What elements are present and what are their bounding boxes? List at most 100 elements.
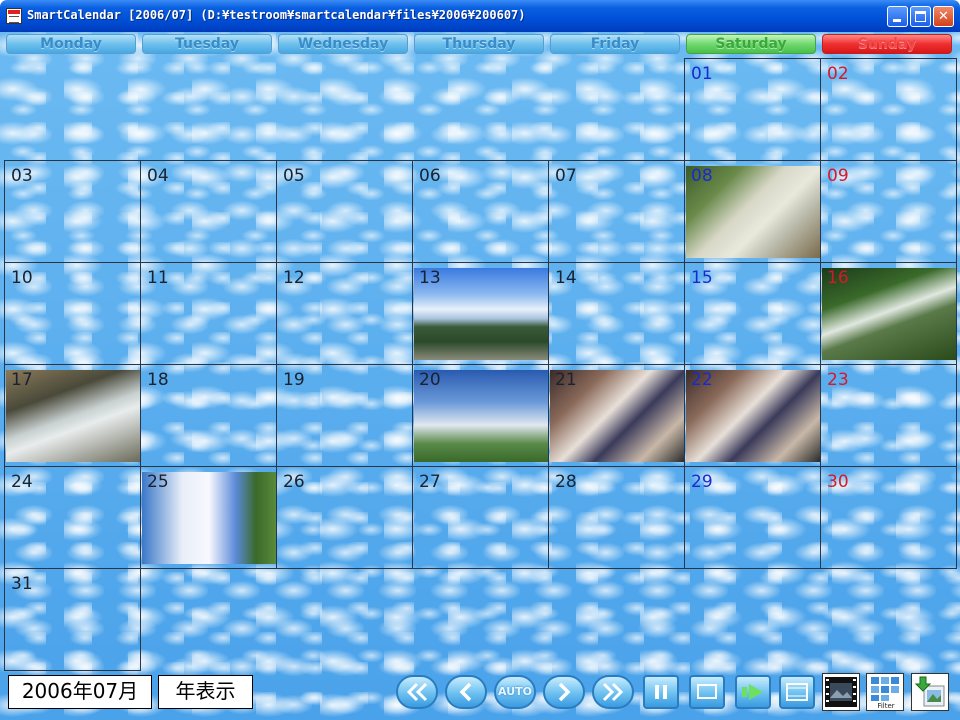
rewind-icon [406,682,428,702]
play-button[interactable] [735,675,771,709]
day-cell-31[interactable]: 31 [4,568,141,671]
day-number: 11 [147,268,169,288]
day-cell-19[interactable]: 19 [276,364,413,467]
weekday-sunday: Sunday [822,34,952,54]
next-button[interactable] [543,675,585,709]
day-number: 15 [691,268,713,288]
weekday-thursday: Thursday [414,34,544,54]
slideshow-button[interactable] [822,673,860,711]
previous-icon [459,682,472,702]
weekday-wednesday: Wednesday [278,34,408,54]
day-cell-16[interactable]: 16 [820,262,957,365]
play-icon [742,684,763,700]
day-cell-15[interactable]: 15 [684,262,821,365]
day-number: 04 [147,166,169,186]
day-cell-04[interactable]: 04 [140,160,277,263]
day-number: 19 [283,370,305,390]
day-number: 20 [419,370,441,390]
title-bar[interactable]: SmartCalendar [2006/07] (D:¥testroom¥sma… [0,0,960,32]
fast-forward-button[interactable] [592,675,634,709]
day-number: 30 [827,472,849,492]
export-button[interactable] [911,673,949,711]
day-cell-25[interactable]: 25 [140,466,277,569]
day-number: 21 [555,370,577,390]
day-number: 22 [691,370,713,390]
day-cell-21[interactable]: 21 [548,364,685,467]
day-number: 24 [11,472,33,492]
day-number: 07 [555,166,577,186]
screen-icon [697,684,717,699]
pause-icon [655,685,667,699]
day-number: 13 [419,268,441,288]
next-icon [558,682,571,702]
window-title: SmartCalendar [2006/07] (D:¥testroom¥sma… [27,8,526,22]
day-cell-23[interactable]: 23 [820,364,957,467]
day-cell-13[interactable]: 13 [412,262,549,365]
filter-label: Filter [877,702,894,710]
day-cell-26[interactable]: 26 [276,466,413,569]
day-number: 26 [283,472,305,492]
filter-button[interactable]: Filter [866,673,904,711]
day-cell-09[interactable]: 09 [820,160,957,263]
day-cell-27[interactable]: 27 [412,466,549,569]
close-button[interactable]: ✕ [933,6,954,27]
calendar-area: Monday Tuesday Wednesday Thursday Friday… [0,32,960,720]
film-icon [786,683,808,701]
day-cell-08[interactable]: 08 [684,160,821,263]
maximize-icon [915,11,926,22]
export-icon [914,676,945,707]
day-cell-12[interactable]: 12 [276,262,413,365]
day-number: 14 [555,268,577,288]
day-number: 08 [691,166,713,186]
day-cell-07[interactable]: 07 [548,160,685,263]
maximize-button[interactable] [910,6,931,27]
slideshow-icon [825,677,857,707]
weekday-tuesday: Tuesday [142,34,272,54]
day-number: 05 [283,166,305,186]
day-number: 10 [11,268,33,288]
day-cell-03[interactable]: 03 [4,160,141,263]
day-cell-02[interactable]: 02 [820,58,957,161]
day-cell-11[interactable]: 11 [140,262,277,365]
day-number: 06 [419,166,441,186]
fast-forward-icon [602,682,624,702]
rewind-button[interactable] [396,675,438,709]
weekday-friday: Friday [550,34,680,54]
day-number: 27 [419,472,441,492]
day-cell-01[interactable]: 01 [684,58,821,161]
day-cell-05[interactable]: 05 [276,160,413,263]
screen-button[interactable] [689,675,725,709]
weekday-header: Monday Tuesday Wednesday Thursday Friday… [0,32,960,58]
day-cell-24[interactable]: 24 [4,466,141,569]
day-cell-10[interactable]: 10 [4,262,141,365]
day-number: 16 [827,268,849,288]
day-cell-28[interactable]: 28 [548,466,685,569]
day-cell-06[interactable]: 06 [412,160,549,263]
year-view-button[interactable]: 年表示 [158,675,253,709]
day-cell-30[interactable]: 30 [820,466,957,569]
day-cell-17[interactable]: 17 [4,364,141,467]
day-cell-20[interactable]: 20 [412,364,549,467]
day-number: 02 [827,64,849,84]
day-cell-14[interactable]: 14 [548,262,685,365]
day-number: 28 [555,472,577,492]
day-number: 25 [147,472,169,492]
filter-icon: Filter [871,677,899,710]
day-cell-29[interactable]: 29 [684,466,821,569]
app-icon[interactable] [6,8,22,24]
day-number: 29 [691,472,713,492]
day-cell-18[interactable]: 18 [140,364,277,467]
minimize-button[interactable] [887,6,908,27]
day-number: 03 [11,166,33,186]
film-button[interactable] [779,675,815,709]
day-number: 31 [11,574,33,594]
day-number: 01 [691,64,713,84]
close-icon: ✕ [938,9,949,24]
previous-button[interactable] [445,675,487,709]
auto-icon: AUTO [498,685,532,698]
pause-button[interactable] [643,675,679,709]
auto-button[interactable]: AUTO [494,675,536,709]
day-cell-22[interactable]: 22 [684,364,821,467]
minimize-icon [893,19,901,22]
day-number: 18 [147,370,169,390]
